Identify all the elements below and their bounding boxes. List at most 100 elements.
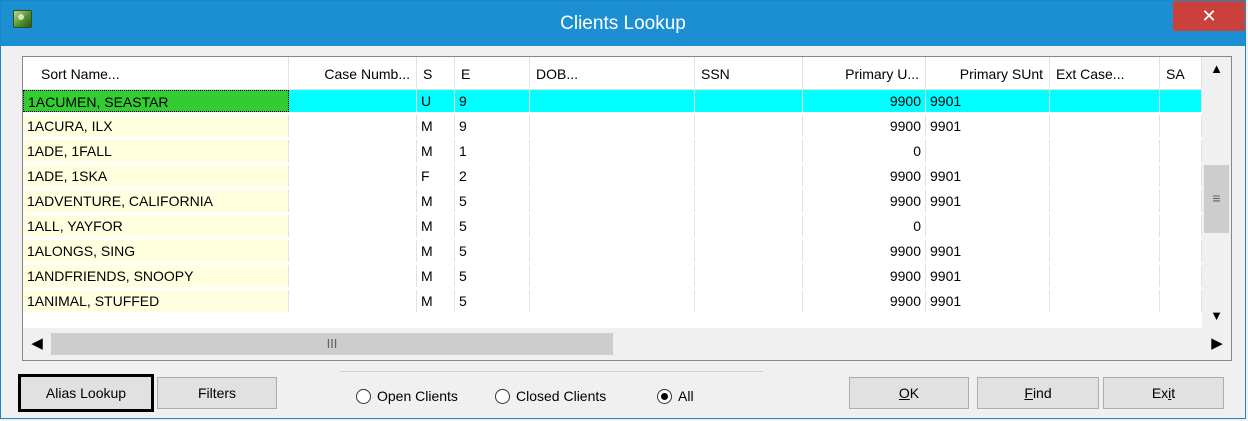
cell-case bbox=[289, 165, 417, 187]
column-header-s[interactable]: S bbox=[417, 57, 455, 89]
radio-all-label: All bbox=[678, 388, 694, 404]
table-row[interactable]: 1ADE, 1FALL M 1 0 bbox=[23, 140, 1202, 162]
table-row[interactable]: 1ADVENTURE, CALIFORNIA M 5 9900 9901 bbox=[23, 190, 1202, 212]
exit-label-pre: Ex bbox=[1151, 385, 1169, 401]
vertical-scroll-thumb[interactable]: ≡ bbox=[1204, 165, 1229, 233]
cell-ssn bbox=[695, 290, 803, 312]
find-button[interactable]: Find bbox=[977, 377, 1099, 409]
cell-sa bbox=[1160, 215, 1202, 237]
column-header-case[interactable]: Case Numb... bbox=[289, 57, 417, 89]
cell-dob bbox=[530, 115, 695, 137]
cell-s: M bbox=[417, 190, 455, 212]
cell-e: 5 bbox=[455, 190, 530, 212]
ok-label-rest: K bbox=[909, 385, 920, 401]
table-row[interactable]: 1ANDFRIENDS, SNOOPY M 5 9900 9901 bbox=[23, 265, 1202, 287]
scroll-right-icon[interactable]: ▶ bbox=[1203, 328, 1231, 360]
cell-pu: 9900 bbox=[803, 115, 926, 137]
cell-dob bbox=[530, 240, 695, 262]
cell-sa bbox=[1160, 90, 1202, 112]
close-icon: ✕ bbox=[1201, 6, 1217, 26]
cell-dob bbox=[530, 140, 695, 162]
table-row[interactable]: 1ADE, 1SKA F 2 9900 9901 bbox=[23, 165, 1202, 187]
column-header-ssn[interactable]: SSN bbox=[695, 57, 803, 89]
cell-e: 5 bbox=[455, 265, 530, 287]
table-row[interactable]: 1ACURA, ILX M 9 9900 9901 bbox=[23, 115, 1202, 137]
cell-ps: 9901 bbox=[926, 190, 1050, 212]
title-bar[interactable]: Clients Lookup ✕ bbox=[1, 1, 1245, 46]
cell-case bbox=[289, 265, 417, 287]
column-header-e[interactable]: E bbox=[455, 57, 530, 89]
cell-s: M bbox=[417, 140, 455, 162]
column-header-dob[interactable]: DOB... bbox=[530, 57, 695, 89]
find-mnemonic: F bbox=[1024, 385, 1033, 401]
cell-case bbox=[289, 140, 417, 162]
cell-ext bbox=[1050, 290, 1160, 312]
scroll-down-icon[interactable]: ▼ bbox=[1202, 304, 1231, 328]
cell-case bbox=[289, 215, 417, 237]
cell-case bbox=[289, 115, 417, 137]
cell-pu: 9900 bbox=[803, 240, 926, 262]
cell-s: M bbox=[417, 240, 455, 262]
radio-open-clients-dot[interactable] bbox=[356, 388, 371, 404]
table-row[interactable]: 1ALONGS, SING M 5 9900 9901 bbox=[23, 240, 1202, 262]
cell-ssn bbox=[695, 215, 803, 237]
ok-button[interactable]: OK bbox=[849, 377, 969, 409]
clients-lookup-window: Clients Lookup ✕ Sort Name... Case Numb..… bbox=[0, 0, 1246, 419]
filters-button[interactable]: Filters bbox=[157, 377, 277, 409]
cell-ps bbox=[926, 140, 1050, 162]
cell-pu: 9900 bbox=[803, 190, 926, 212]
radio-all-dot[interactable] bbox=[657, 388, 672, 404]
cell-ps bbox=[926, 215, 1050, 237]
cell-name: 1ADE, 1SKA bbox=[23, 165, 289, 187]
cell-sa bbox=[1160, 290, 1202, 312]
scroll-up-icon[interactable]: ▲ bbox=[1202, 57, 1231, 81]
radio-closed-clients-dot[interactable] bbox=[495, 388, 510, 404]
cell-dob bbox=[530, 90, 695, 112]
cell-sa bbox=[1160, 165, 1202, 187]
radio-open-clients[interactable]: Open Clients bbox=[356, 386, 458, 406]
alias-lookup-button[interactable]: Alias Lookup bbox=[18, 374, 154, 412]
cell-ps: 9901 bbox=[926, 165, 1050, 187]
cell-sa bbox=[1160, 115, 1202, 137]
column-header-ext[interactable]: Ext Case... bbox=[1050, 57, 1160, 89]
horizontal-scroll-thumb[interactable]: III bbox=[51, 333, 613, 355]
cell-ext bbox=[1050, 140, 1160, 162]
radio-all[interactable]: All bbox=[657, 386, 694, 406]
close-button[interactable]: ✕ bbox=[1173, 1, 1245, 31]
exit-button[interactable]: Exit bbox=[1103, 377, 1224, 409]
cell-e: 5 bbox=[455, 215, 530, 237]
cell-s: M bbox=[417, 290, 455, 312]
cell-ext bbox=[1050, 240, 1160, 262]
cell-ext bbox=[1050, 265, 1160, 287]
cell-ext bbox=[1050, 165, 1160, 187]
cell-name: 1ANDFRIENDS, SNOOPY bbox=[23, 265, 289, 287]
cell-e: 5 bbox=[455, 290, 530, 312]
cell-pu: 9900 bbox=[803, 165, 926, 187]
table-row[interactable]: 1ANIMAL, STUFFED M 5 9900 9901 bbox=[23, 290, 1202, 312]
column-header-sa[interactable]: SA bbox=[1160, 57, 1202, 89]
table-row[interactable]: 1ACUMEN, SEASTAR U 9 9900 9901 bbox=[23, 90, 1202, 112]
cell-dob bbox=[530, 215, 695, 237]
grid-header: Sort Name... Case Numb... S E DOB... SSN Prima… bbox=[23, 57, 1202, 90]
clients-grid[interactable]: Sort Name... Case Numb... S E DOB... SSN Prima… bbox=[22, 56, 1232, 361]
filter-group-divider bbox=[340, 371, 763, 372]
horizontal-scrollbar[interactable]: ◀ III ▶ bbox=[23, 328, 1231, 360]
cell-name: 1ACURA, ILX bbox=[23, 115, 289, 137]
column-header-name[interactable]: Sort Name... bbox=[23, 57, 289, 89]
cell-e: 5 bbox=[455, 240, 530, 262]
column-header-ps[interactable]: Primary SUnt bbox=[926, 57, 1050, 89]
cell-e: 9 bbox=[455, 115, 530, 137]
radio-closed-clients[interactable]: Closed Clients bbox=[495, 386, 606, 406]
vertical-scrollbar[interactable]: ▲ ≡ ▼ bbox=[1202, 57, 1231, 328]
cell-case bbox=[289, 240, 417, 262]
cell-ps: 9901 bbox=[926, 90, 1050, 112]
cell-ps: 9901 bbox=[926, 115, 1050, 137]
find-label-rest: ind bbox=[1032, 385, 1052, 401]
cell-pu: 0 bbox=[803, 140, 926, 162]
cell-dob bbox=[530, 165, 695, 187]
scroll-left-icon[interactable]: ◀ bbox=[23, 328, 51, 360]
cell-name: 1ALONGS, SING bbox=[23, 240, 289, 262]
cell-dob bbox=[530, 265, 695, 287]
column-header-pu[interactable]: Primary U... bbox=[803, 57, 926, 89]
table-row[interactable]: 1ALL, YAYFOR M 5 0 bbox=[23, 215, 1202, 237]
